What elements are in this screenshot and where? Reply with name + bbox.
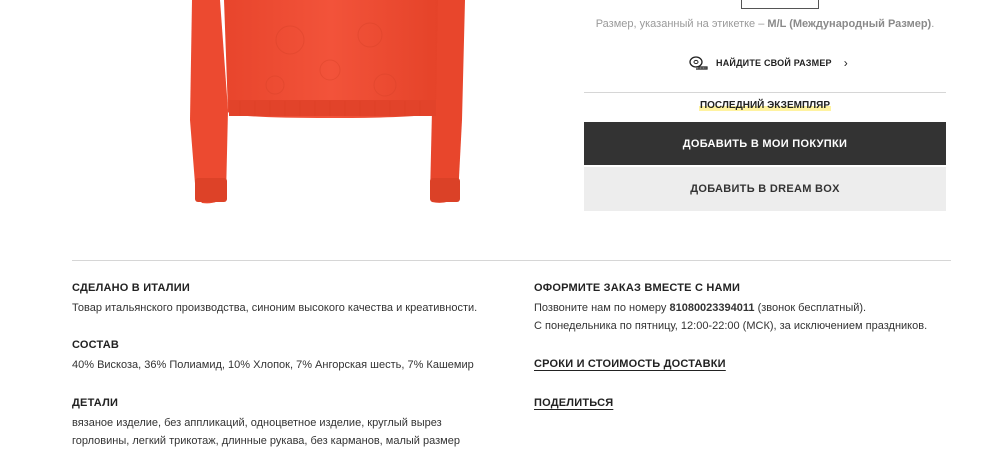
find-size-label: НАЙДИТЕ СВОЙ РАЗМЕР	[716, 58, 832, 68]
add-to-dream-box-button[interactable]: ДОБАВИТЬ В DREAM BOX	[584, 167, 946, 211]
made-in-title: СДЕЛАНО В ИТАЛИИ	[72, 282, 190, 294]
call-text: Позвоните нам по номеру 81080023394011 (…	[534, 299, 954, 317]
stock-notice: ПОСЛЕДНИЙ ЭКЗЕМПЛЯР	[584, 100, 946, 111]
composition-title: СОСТАВ	[72, 339, 120, 351]
details-line-2: горловины, легкий трикотаж, длинные рука…	[72, 435, 460, 447]
made-in-text: Товар итальянского производства, синоним…	[72, 302, 478, 314]
share-link[interactable]: ПОДЕЛИТЬСЯ	[534, 397, 613, 409]
divider	[584, 92, 946, 93]
hours-text: С понедельника по пятницу, 12:00-22:00 (…	[534, 320, 928, 332]
call-prefix: Позвоните нам по номеру	[534, 302, 667, 314]
call-suffix: (звонок бесплатный).	[757, 302, 867, 314]
selected-size-box[interactable]	[741, 0, 819, 9]
details-section: ДЕТАЛИ вязаное изделие, без аппликаций, …	[72, 397, 502, 450]
sweater-illustration	[190, 0, 465, 204]
order-title: ОФОРМИТЕ ЗАКАЗ ВМЕСТЕ С НАМИ	[534, 282, 741, 294]
stock-notice-text: ПОСЛЕДНИЙ ЭКЗЕМПЛЯР	[698, 100, 832, 111]
size-label-prefix: Размер, указанный на этикетке –	[595, 18, 765, 30]
size-label: Размер, указанный на этикетке – M/L (Меж…	[584, 18, 946, 30]
share-link-wrap: ПОДЕЛИТЬСЯ	[534, 397, 613, 409]
section-divider	[72, 260, 951, 261]
phone-number[interactable]: 81080023394011	[669, 302, 754, 314]
composition-section: СОСТАВ 40% Вискоза, 36% Полиамид, 10% Хл…	[72, 339, 474, 374]
details-line-1: вязаное изделие, без аппликаций, одноцве…	[72, 417, 442, 429]
find-your-size-link[interactable]: НАЙДИТЕ СВОЙ РАЗМЕР ›	[689, 55, 848, 71]
measuring-tape-icon	[689, 56, 708, 70]
chevron-right-icon: ›	[843, 56, 848, 70]
add-to-cart-button[interactable]: ДОБАВИТЬ В МОИ ПОКУПКИ	[584, 122, 946, 165]
details-title: ДЕТАЛИ	[72, 397, 119, 409]
product-image[interactable]	[180, 0, 480, 215]
delivery-link-wrap: СРОКИ И СТОИМОСТЬ ДОСТАВКИ	[534, 358, 726, 370]
size-label-suffix: .	[931, 18, 935, 30]
composition-text: 40% Вискоза, 36% Полиамид, 10% Хлопок, 7…	[72, 359, 474, 371]
order-section: ОФОРМИТЕ ЗАКАЗ ВМЕСТЕ С НАМИ Позвоните н…	[534, 282, 954, 335]
made-in-section: СДЕЛАНО В ИТАЛИИ Товар итальянского прои…	[72, 282, 477, 317]
size-value: M/L (Международный Размер)	[767, 18, 932, 30]
delivery-terms-link[interactable]: СРОКИ И СТОИМОСТЬ ДОСТАВКИ	[534, 358, 726, 370]
